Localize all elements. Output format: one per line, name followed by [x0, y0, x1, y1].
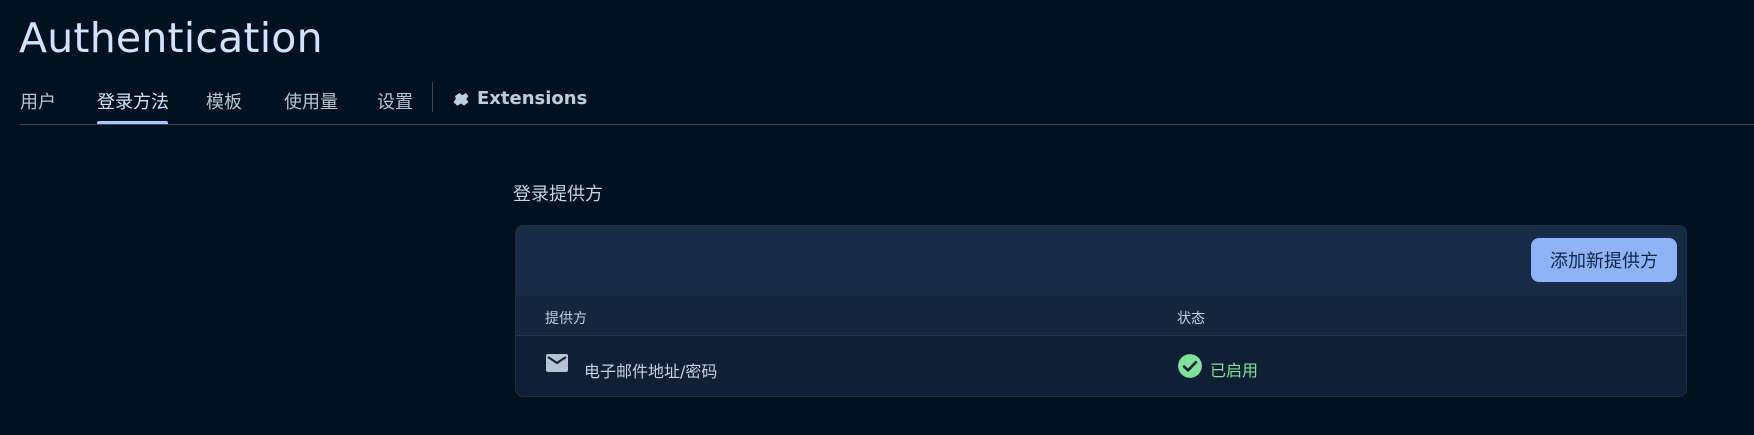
tab-templates[interactable]: 模板	[206, 88, 242, 114]
status-badge: 已启用	[1210, 361, 1259, 380]
column-header-provider: 提供方	[545, 311, 587, 327]
mail-icon	[546, 354, 568, 372]
tab-bar: 用户 登录方法 模板 使用量 设置 Extensions	[20, 78, 1754, 125]
check-circle-icon	[1178, 354, 1202, 378]
table-header: 提供方 状态	[516, 296, 1686, 336]
tab-sign-in-method[interactable]: 登录方法	[97, 88, 169, 114]
tab-divider	[432, 82, 433, 112]
tab-extensions-label: Extensions	[477, 88, 588, 109]
tab-users[interactable]: 用户	[20, 88, 56, 114]
active-tab-indicator	[97, 121, 168, 124]
card-header: 添加新提供方	[516, 226, 1686, 296]
table-row[interactable]: 电子邮件地址/密码 已启用	[516, 336, 1686, 396]
tab-extensions[interactable]: Extensions	[452, 88, 587, 109]
extensions-puzzle-icon	[453, 92, 469, 106]
provider-name: 电子邮件地址/密码	[584, 362, 718, 381]
providers-card: 添加新提供方 提供方 状态 电子邮件地址/密码 已启用	[515, 225, 1687, 397]
tab-settings[interactable]: 设置	[377, 88, 413, 114]
add-new-provider-button[interactable]: 添加新提供方	[1531, 238, 1677, 282]
tab-usage[interactable]: 使用量	[284, 88, 338, 114]
page-title: Authentication	[19, 14, 323, 62]
section-title: 登录提供方	[513, 184, 603, 205]
column-header-status: 状态	[1177, 311, 1205, 327]
